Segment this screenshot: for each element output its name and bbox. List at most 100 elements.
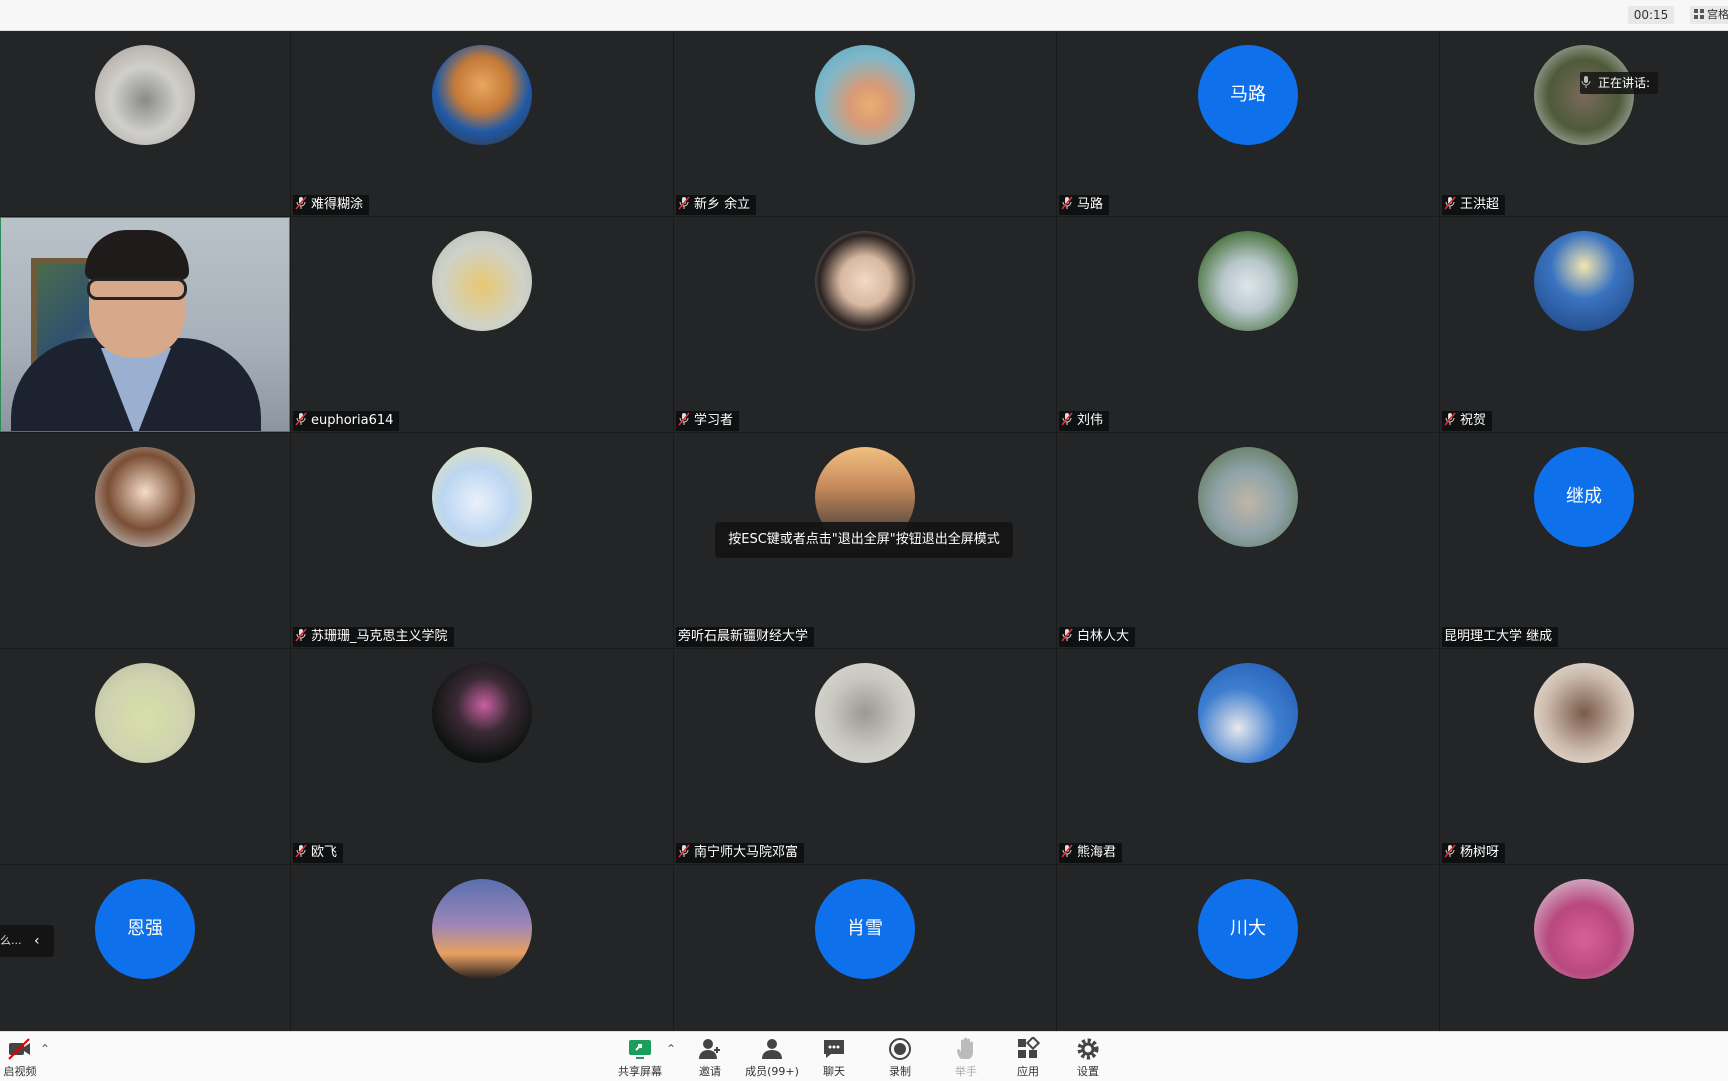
participant-tile[interactable] [0, 649, 290, 864]
video-options-chevron-icon[interactable]: ⌃ [40, 1042, 50, 1056]
participant-name: 熊海君 [1077, 845, 1117, 860]
share-options-chevron-icon[interactable]: ⌃ [666, 1042, 676, 1056]
participant-tile[interactable]: 马路 马路 [1057, 31, 1439, 216]
person-glasses [87, 278, 187, 300]
microphone-icon [1581, 76, 1591, 88]
participant-name-label: 难得糊涂 [293, 195, 370, 215]
raise-hand-button[interactable]: 举手 [946, 1034, 986, 1079]
settings-button[interactable]: 设置 [1068, 1034, 1108, 1079]
mic-muted-icon [295, 412, 307, 426]
active-video-tile[interactable] [0, 217, 290, 432]
avatar [95, 663, 195, 763]
chat-label: 聊天 [823, 1065, 845, 1078]
participant-name-label: 昆明理工大学 继成 [1442, 627, 1559, 647]
participant-tile[interactable]: 熊海君 [1057, 649, 1439, 864]
participant-name: 苏珊珊_马克思主义学院 [311, 629, 448, 644]
participant-tile[interactable]: 欧飞 [291, 649, 673, 864]
participant-tile[interactable] [0, 433, 290, 648]
avatar-initials: 继成 [1534, 447, 1634, 547]
invite-button[interactable]: 邀请 [690, 1034, 730, 1079]
mic-muted-icon [1444, 844, 1456, 858]
participant-tile[interactable]: 刘伟 [1057, 217, 1439, 432]
mic-muted-icon [1444, 196, 1456, 210]
participant-tile[interactable]: 新乡 余立 [674, 31, 1056, 216]
participant-tile[interactable]: euphoria614 [291, 217, 673, 432]
avatar-initials: 川大 [1198, 879, 1298, 979]
mic-muted-icon [1061, 412, 1073, 426]
participant-name-label: 南宁师大马院邓富 [676, 843, 805, 863]
video-label: 启视频 [3, 1065, 37, 1078]
side-panel-tab[interactable]: 么... ‹ [0, 925, 54, 957]
participant-name-label: 苏珊珊_马克思主义学院 [293, 627, 454, 647]
mic-muted-icon [678, 844, 690, 858]
avatar [432, 879, 532, 979]
raise-hand-icon [957, 1037, 973, 1059]
mic-muted-icon [678, 412, 690, 426]
chevron-left-icon[interactable]: ‹ [34, 925, 40, 957]
participant-tile[interactable]: 白林人大 [1057, 433, 1439, 648]
bottom-toolbar: 启视频 ⌃ 共享屏幕 ⌃ 邀请 成员(99+) 聊天 录制 举手 应用 设置 [0, 1031, 1728, 1081]
fullscreen-toast: 按ESC键或者点击"退出全屏"按钮退出全屏模式 [715, 522, 1013, 558]
avatar [1198, 231, 1298, 331]
participant-tile[interactable] [291, 865, 673, 1031]
participant-tile[interactable]: 南宁师大马院邓富 [674, 649, 1056, 864]
participant-name-label: 白林人大 [1059, 627, 1136, 647]
participant-name-label: euphoria614 [293, 411, 400, 431]
participant-name: euphoria614 [311, 413, 394, 428]
video-button[interactable]: 启视频 [0, 1034, 40, 1079]
avatar [95, 447, 195, 547]
avatar [815, 663, 915, 763]
participant-name: 祝贺 [1460, 413, 1487, 428]
avatar [95, 45, 195, 145]
avatar [1534, 879, 1634, 979]
members-button[interactable]: 成员(99+) [742, 1034, 802, 1079]
participant-tile[interactable]: 杨树呀 [1440, 649, 1728, 864]
participant-tile[interactable]: 学习者 [674, 217, 1056, 432]
apps-label: 应用 [1017, 1065, 1039, 1078]
avatar [1198, 663, 1298, 763]
participant-name: 王洪超 [1460, 197, 1500, 212]
participant-tile[interactable]: 苏珊珊_马克思主义学院 [291, 433, 673, 648]
participant-name-label: 杨树呀 [1442, 843, 1506, 863]
mic-muted-icon [1061, 844, 1073, 858]
participant-name-label: 欧飞 [293, 843, 344, 863]
mic-muted-icon [1061, 628, 1073, 642]
avatar [432, 447, 532, 547]
mic-muted-icon [1061, 196, 1073, 210]
settings-label: 设置 [1077, 1065, 1099, 1078]
chat-button[interactable]: 聊天 [814, 1034, 854, 1079]
participant-name: 杨树呀 [1460, 845, 1500, 860]
record-button[interactable]: 录制 [880, 1034, 920, 1079]
participant-name-label: 学习者 [676, 411, 740, 431]
avatar [432, 231, 532, 331]
participant-tile[interactable]: 祝贺 [1440, 217, 1728, 432]
participant-tile[interactable]: 继成昆明理工大学 继成 [1440, 433, 1728, 648]
participant-tile[interactable] [0, 31, 290, 216]
mic-muted-icon [295, 628, 307, 642]
participant-name: 旁听石晨新疆财经大学 [678, 629, 809, 644]
participant-tile[interactable]: 肖雪 [674, 865, 1056, 1031]
apps-button[interactable]: 应用 [1008, 1034, 1048, 1079]
participant-tile[interactable]: 川大 [1057, 865, 1439, 1031]
participant-name-label: 祝贺 [1442, 411, 1493, 431]
speaking-label: 正在讲话: [1598, 76, 1651, 90]
members-label: 成员(99+) [745, 1065, 799, 1078]
mic-muted-icon [295, 844, 307, 858]
mic-muted-icon [1444, 412, 1456, 426]
participant-tile[interactable]: 难得糊涂 [291, 31, 673, 216]
side-tab-text: 么... [0, 934, 22, 947]
participant-name: 学习者 [694, 413, 734, 428]
participant-tile[interactable]: 王洪超 [1440, 31, 1728, 216]
gear-icon [1077, 1038, 1099, 1060]
participant-name-label: 刘伟 [1059, 411, 1110, 431]
participant-video [1, 218, 289, 431]
view-toggle-button[interactable]: 宫格 [1690, 6, 1728, 24]
participant-tile[interactable] [1440, 865, 1728, 1031]
share-screen-button[interactable]: 共享屏幕 [612, 1034, 668, 1079]
video-off-icon [8, 1038, 30, 1060]
participant-name: 欧飞 [311, 845, 338, 860]
mic-muted-icon [295, 196, 307, 210]
avatar [1534, 45, 1634, 145]
participant-name: 马路 [1077, 197, 1104, 212]
share-screen-label: 共享屏幕 [618, 1065, 662, 1078]
